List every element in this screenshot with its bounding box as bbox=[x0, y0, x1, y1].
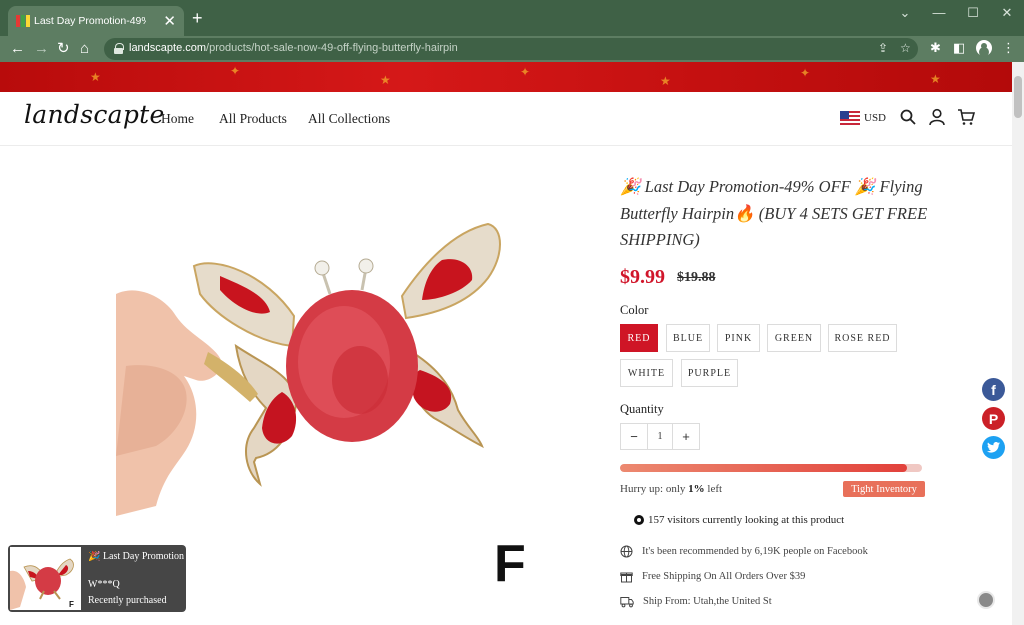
browser-tab-bar: Last Day Promotion-49% OFF ✕ + ⌄ — ☐ ✕ bbox=[0, 0, 1024, 36]
recent-purchase-popup[interactable]: F 🎉 Last Day Promotion-49% OFF W***Q Rec… bbox=[8, 545, 186, 612]
currency-selector[interactable]: USD bbox=[864, 112, 886, 124]
popup-product-title: 🎉 Last Day Promotion-49% OFF bbox=[88, 551, 184, 562]
scrollbar-thumb[interactable] bbox=[1014, 76, 1022, 118]
nav-all-products[interactable]: All Products bbox=[219, 111, 287, 127]
quantity-input[interactable]: 1 bbox=[647, 424, 673, 449]
compare-at-price: $19.88 bbox=[677, 270, 716, 285]
url-text: landscapte.com/products/hot-sale-now-49-… bbox=[129, 42, 458, 54]
us-flag-icon[interactable] bbox=[840, 111, 860, 125]
feature-ship-from: Ship From: Utah,the United St bbox=[620, 595, 772, 608]
new-tab-button[interactable]: + bbox=[192, 9, 203, 27]
eye-icon bbox=[634, 515, 644, 525]
popup-status: Recently purchased bbox=[88, 595, 167, 606]
tab-favicon-icon bbox=[16, 15, 30, 27]
quantity-label: Quantity bbox=[620, 402, 664, 416]
close-window-icon[interactable]: ✕ bbox=[990, 5, 1024, 21]
visitors-notice: 157 visitors currently looking at this p… bbox=[634, 514, 844, 526]
quantity-decrease-button[interactable]: − bbox=[621, 424, 647, 449]
lock-icon bbox=[114, 43, 124, 54]
menu-icon[interactable]: ⋮ bbox=[1002, 40, 1015, 56]
color-label: Color bbox=[620, 303, 649, 317]
truck-icon bbox=[620, 597, 634, 608]
inventory-progress-fill bbox=[620, 464, 907, 472]
forward-icon[interactable]: → bbox=[34, 40, 49, 58]
site-header: landscapte Home All Products All Collect… bbox=[0, 92, 1012, 146]
feature-facebook-recommendation: It's been recommended by 6,19K people on… bbox=[620, 545, 868, 558]
account-icon[interactable] bbox=[928, 108, 946, 126]
home-icon[interactable]: ⌂ bbox=[80, 40, 89, 58]
hurry-text: Hurry up: only 1% left bbox=[620, 483, 723, 495]
nav-all-collections[interactable]: All Collections bbox=[308, 111, 390, 127]
tab-close-icon[interactable]: ✕ bbox=[163, 14, 176, 29]
popup-buyer-name: W***Q bbox=[88, 579, 120, 590]
maximize-icon[interactable]: ☐ bbox=[956, 5, 990, 21]
side-panel-icon[interactable]: ◧ bbox=[953, 40, 965, 56]
pinterest-share-icon[interactable]: P bbox=[982, 407, 1005, 430]
extensions-icon[interactable]: ✱ bbox=[930, 40, 941, 56]
browser-tab[interactable]: Last Day Promotion-49% OFF ✕ bbox=[8, 6, 184, 36]
nav-home[interactable]: Home bbox=[161, 111, 194, 127]
browser-toolbar: ← → ↻ ⌂ landscapte.com/products/hot-sale… bbox=[0, 36, 1024, 62]
cart-icon[interactable] bbox=[957, 108, 975, 126]
site-logo[interactable]: landscapte bbox=[24, 100, 165, 129]
back-to-top-button[interactable] bbox=[977, 591, 995, 609]
feature-free-shipping: Free Shipping On All Orders Over $39 bbox=[620, 570, 805, 583]
color-option-pink[interactable]: PINK bbox=[717, 324, 760, 352]
back-icon[interactable]: ← bbox=[10, 40, 25, 58]
visitors-text: 157 visitors currently looking at this p… bbox=[648, 514, 845, 526]
minimize-icon[interactable]: — bbox=[922, 5, 956, 20]
popup-product-thumbnail: F bbox=[10, 547, 81, 610]
color-option-blue[interactable]: BLUE bbox=[666, 324, 710, 352]
svg-text:F: F bbox=[69, 600, 74, 609]
search-icon[interactable] bbox=[899, 108, 917, 126]
color-option-green[interactable]: GREEN bbox=[767, 324, 821, 352]
globe-icon bbox=[620, 545, 633, 558]
color-option-purple[interactable]: PURPLE bbox=[681, 359, 738, 387]
promo-banner: ★ ✦ ★ ✦ ★ ✦ ★ bbox=[0, 62, 1012, 92]
color-option-white[interactable]: WHITE bbox=[620, 359, 673, 387]
product-price: $9.99 bbox=[620, 266, 665, 288]
reload-icon[interactable]: ↻ bbox=[57, 40, 70, 58]
page-scrollbar[interactable] bbox=[1012, 62, 1024, 625]
color-option-red[interactable]: RED bbox=[620, 324, 658, 352]
color-option-rose-red[interactable]: ROSE RED bbox=[828, 324, 897, 352]
address-bar[interactable]: landscapte.com/products/hot-sale-now-49-… bbox=[104, 38, 918, 60]
share-page-icon[interactable]: ⇪ bbox=[878, 41, 888, 55]
bookmark-star-icon[interactable]: ☆ bbox=[900, 41, 911, 55]
tight-inventory-badge: Tight Inventory bbox=[843, 481, 925, 497]
quantity-stepper: − 1 + bbox=[620, 423, 700, 450]
quantity-increase-button[interactable]: + bbox=[673, 424, 699, 449]
facebook-share-icon[interactable]: f bbox=[982, 378, 1005, 401]
tab-title: Last Day Promotion-49% OFF bbox=[34, 15, 146, 27]
profile-avatar-icon[interactable] bbox=[976, 40, 992, 56]
twitter-share-icon[interactable] bbox=[982, 436, 1005, 459]
tab-search-icon[interactable]: ⌄ bbox=[888, 5, 922, 21]
product-image-letter: F bbox=[494, 535, 526, 593]
inventory-progress-bar bbox=[620, 464, 922, 472]
gift-box-icon bbox=[620, 572, 633, 583]
product-title: 🎉 Last Day Promotion-49% OFF 🎉 Flying Bu… bbox=[620, 177, 928, 249]
